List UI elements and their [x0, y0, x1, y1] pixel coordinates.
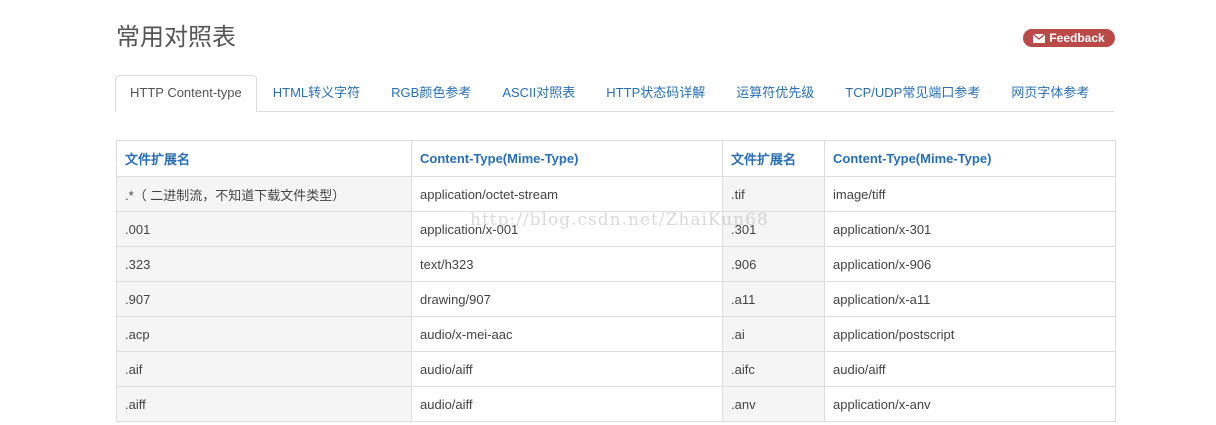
cell-mime: application/postscript — [824, 316, 1116, 352]
table-row: .aiff audio/aiff .anv application/x-anv — [116, 386, 1116, 422]
envelope-icon — [1033, 33, 1046, 43]
cell-extension: .906 — [722, 246, 825, 282]
feedback-button[interactable]: Feedback — [1023, 29, 1115, 47]
mime-type-table: 文件扩展名 Content-Type(Mime-Type) 文件扩展名 Cont… — [116, 140, 1116, 422]
tab-http-content-type[interactable]: HTTP Content-type — [115, 75, 257, 112]
tab-web-fonts[interactable]: 网页字体参考 — [996, 75, 1104, 111]
cell-mime: text/h323 — [411, 246, 723, 282]
cell-mime: audio/aiff — [411, 386, 723, 422]
header-extension-2: 文件扩展名 — [722, 140, 825, 177]
table-row: .001 application/x-001 .301 application/… — [116, 211, 1116, 247]
tab-ascii[interactable]: ASCII对照表 — [487, 75, 590, 111]
cell-extension: .acp — [116, 316, 412, 352]
tab-tcp-udp-ports[interactable]: TCP/UDP常见端口参考 — [830, 75, 995, 111]
tab-operator-precedence[interactable]: 运算符优先级 — [721, 75, 829, 111]
header-extension: 文件扩展名 — [116, 140, 412, 177]
cell-mime: audio/aiff — [824, 351, 1116, 387]
cell-extension: .a11 — [722, 281, 825, 317]
cell-mime: application/octet-stream — [411, 176, 723, 212]
cell-mime: application/x-906 — [824, 246, 1116, 282]
page-title: 常用对照表 — [116, 23, 236, 51]
feedback-label: Feedback — [1049, 31, 1105, 45]
table-row: .acp audio/x-mei-aac .ai application/pos… — [116, 316, 1116, 352]
cell-mime: audio/x-mei-aac — [411, 316, 723, 352]
tab-bar: HTTP Content-type HTML转义字符 RGB颜色参考 ASCII… — [115, 75, 1114, 112]
header-content-type: Content-Type(Mime-Type) — [411, 140, 723, 177]
cell-extension: .anv — [722, 386, 825, 422]
cell-mime: image/tiff — [824, 176, 1116, 212]
cell-mime: application/x-anv — [824, 386, 1116, 422]
cell-mime: application/x-301 — [824, 211, 1116, 247]
table-row: .323 text/h323 .906 application/x-906 — [116, 246, 1116, 282]
tab-http-status[interactable]: HTTP状态码详解 — [591, 75, 720, 111]
table-row: .aif audio/aiff .aifc audio/aiff — [116, 351, 1116, 387]
cell-extension: .*（ 二进制流，不知道下载文件类型） — [116, 176, 412, 212]
table-row: .907 drawing/907 .a11 application/x-a11 — [116, 281, 1116, 317]
cell-mime: audio/aiff — [411, 351, 723, 387]
cell-extension: .tif — [722, 176, 825, 212]
tab-html-escape[interactable]: HTML转义字符 — [258, 75, 375, 111]
cell-mime: application/x-001 — [411, 211, 723, 247]
table-header-row: 文件扩展名 Content-Type(Mime-Type) 文件扩展名 Cont… — [116, 140, 1116, 177]
cell-extension: .aiff — [116, 386, 412, 422]
cell-extension: .907 — [116, 281, 412, 317]
cell-mime: drawing/907 — [411, 281, 723, 317]
cell-extension: .aifc — [722, 351, 825, 387]
cell-extension: .301 — [722, 211, 825, 247]
cell-extension: .323 — [116, 246, 412, 282]
cell-extension: .001 — [116, 211, 412, 247]
tab-rgb-colors[interactable]: RGB颜色参考 — [376, 75, 486, 111]
cell-extension: .aif — [116, 351, 412, 387]
table-row: .*（ 二进制流，不知道下载文件类型） application/octet-st… — [116, 176, 1116, 212]
cell-mime: application/x-a11 — [824, 281, 1116, 317]
page: 常用对照表 Feedback HTTP Content-type HTML转义字… — [0, 0, 1216, 425]
header-content-type-2: Content-Type(Mime-Type) — [824, 140, 1116, 177]
cell-extension: .ai — [722, 316, 825, 352]
